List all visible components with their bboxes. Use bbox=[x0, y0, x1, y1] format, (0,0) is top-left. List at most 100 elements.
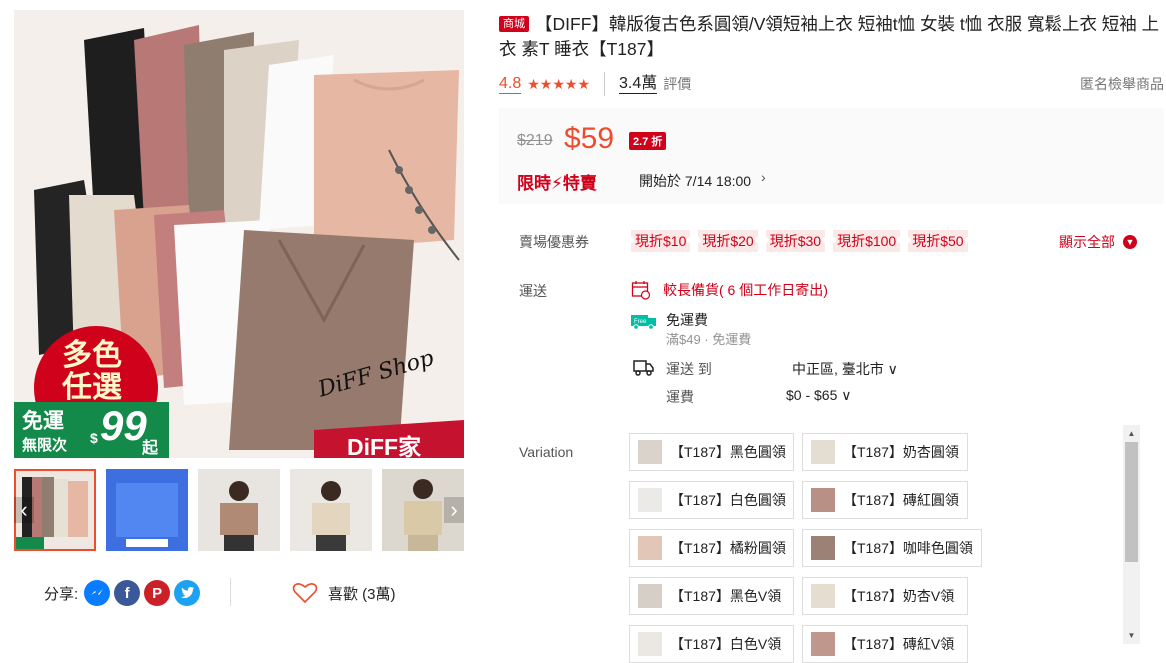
variation-option[interactable]: 【T187】橘粉圓領 bbox=[629, 529, 794, 567]
messenger-icon[interactable] bbox=[84, 580, 111, 606]
chevron-down-icon: ▼ bbox=[1123, 235, 1137, 249]
thumbnail-next-button[interactable]: › bbox=[444, 497, 464, 523]
variation-thumb bbox=[811, 632, 835, 656]
product-title: 商城 【DIFF】韓版復古色系圓領/V領短袖上衣 短袖t恤 女裝 t恤 衣服 寬鬆… bbox=[499, 12, 1164, 62]
variation-option[interactable]: 【T187】咖啡色圓領 bbox=[802, 529, 982, 567]
share-row: 分享: f P bbox=[44, 578, 201, 608]
late-shipping-text: 較長備貨( 6 個工作日寄出) bbox=[663, 282, 828, 298]
variation-option[interactable]: 【T187】奶杏圓領 bbox=[802, 433, 968, 471]
free-ship-amount: 99 bbox=[100, 402, 147, 449]
thumbnail-4[interactable] bbox=[290, 469, 372, 551]
facebook-icon[interactable]: f bbox=[114, 580, 141, 606]
show-all-label: 顯示全部 bbox=[1059, 234, 1115, 250]
badge-line-1: 多色 bbox=[62, 339, 122, 372]
rating-score[interactable]: 4.8 bbox=[499, 75, 522, 94]
variation-option-label: 【T187】橘粉圓領 bbox=[670, 540, 786, 556]
variation-thumb bbox=[811, 440, 835, 464]
report-product-link[interactable]: 匿名檢舉商品 bbox=[1080, 74, 1164, 94]
variation-option-label: 【T187】奶杏圓領 bbox=[843, 444, 959, 460]
review-count[interactable]: 3.4萬 bbox=[619, 75, 658, 94]
chevron-right-icon: › bbox=[450, 497, 458, 522]
chevron-left-icon: ‹ bbox=[20, 497, 28, 522]
flash-sale-label: 限時⚡特賣 bbox=[517, 174, 597, 193]
flash-sale-time[interactable]: 開始於 7/14 18:00 bbox=[639, 171, 751, 191]
thumbnail-3[interactable] bbox=[198, 469, 280, 551]
twitter-icon[interactable] bbox=[174, 580, 201, 606]
variation-option-label: 【T187】奶杏V領 bbox=[843, 588, 955, 604]
rating-row: 4.8 ★★★★★ 3.4萬 評價 匿名檢舉商品 bbox=[499, 72, 1164, 96]
variation-option[interactable]: 【T187】磚紅圓領 bbox=[802, 481, 968, 519]
variation-label: Variation bbox=[519, 444, 574, 460]
variation-option-label: 【T187】咖啡色圓領 bbox=[843, 540, 973, 556]
share-label: 分享: bbox=[44, 585, 79, 603]
price-box: $219 $59 2.7 折 限時⚡特賣 開始於 7/14 18:00 › bbox=[499, 108, 1164, 204]
variation-option[interactable]: 【T187】白色圓領 bbox=[629, 481, 794, 519]
free-ship-dollar: $ bbox=[90, 430, 98, 446]
variation-option-label: 【T187】黑色圓領 bbox=[670, 444, 786, 460]
pinterest-icon[interactable]: P bbox=[144, 580, 171, 606]
voucher-tag[interactable]: 現折$30 bbox=[762, 230, 829, 252]
brand-banner: DiFF家 bbox=[347, 434, 422, 458]
variation-option[interactable]: 【T187】奶杏V領 bbox=[802, 577, 968, 615]
variation-option[interactable]: 【T187】黑色圓領 bbox=[629, 433, 794, 471]
share-like-divider bbox=[230, 578, 231, 606]
svg-text:Free: Free bbox=[634, 319, 647, 325]
like-label: 喜歡 (3萬) bbox=[328, 585, 396, 603]
variation-scrollbar[interactable]: ▲ ▼ bbox=[1123, 425, 1140, 644]
variation-option[interactable]: 【T187】磚紅V領 bbox=[802, 625, 968, 663]
shipping-label: 運送 bbox=[519, 283, 547, 299]
variation-thumb bbox=[638, 584, 662, 608]
mall-badge: 商城 bbox=[499, 16, 529, 32]
thumbnail-prev-button[interactable]: ‹ bbox=[14, 497, 34, 523]
voucher-tag[interactable]: 現折$20 bbox=[695, 230, 762, 252]
current-price: $59 bbox=[564, 122, 615, 155]
show-all-vouchers-button[interactable]: 顯示全部 ▼ bbox=[1059, 232, 1137, 252]
variation-thumb bbox=[638, 440, 662, 464]
chevron-right-icon[interactable]: › bbox=[761, 169, 766, 185]
variation-option-label: 【T187】黑色V領 bbox=[670, 588, 782, 604]
thumbnail-2[interactable] bbox=[106, 469, 188, 551]
ship-to-label: 運送 到 bbox=[666, 361, 712, 377]
variation-options: 【T187】黑色圓領 【T187】奶杏圓領 【T187】白色圓領 【T187】磚… bbox=[629, 433, 1121, 663]
scroll-up-icon[interactable]: ▲ bbox=[1123, 425, 1140, 442]
voucher-tag[interactable]: 現折$50 bbox=[905, 230, 971, 252]
star-rating-icon: ★★★★★ bbox=[527, 75, 591, 92]
voucher-tag[interactable]: 現折$10 bbox=[627, 230, 694, 252]
vouchers-label: 賣場優惠券 bbox=[519, 234, 589, 250]
free-shipping-title: 免運費 bbox=[666, 312, 708, 328]
voucher-tag[interactable]: 現折$100 bbox=[830, 230, 904, 252]
scrollbar-thumb[interactable] bbox=[1125, 442, 1138, 562]
main-product-image[interactable]: 多色 任選 免運 無限次 $ 99 起 DiFF Shop DiFF家 bbox=[14, 10, 464, 458]
ship-to-location-select[interactable]: 中正區, 臺北市 ∨ bbox=[792, 359, 898, 379]
calendar-clock-icon bbox=[631, 281, 651, 300]
discount-badge: 2.7 折 bbox=[629, 132, 667, 150]
original-price: $219 bbox=[517, 132, 553, 149]
variation-option-label: 【T187】磚紅V領 bbox=[843, 636, 955, 652]
variation-option-label: 【T187】白色圓領 bbox=[670, 492, 786, 508]
late-shipping-notice: 較長備貨( 6 個工作日寄出) bbox=[631, 280, 828, 300]
ship-to-section: 運送 到 中正區, 臺北市 ∨ 運費 $0 - $65 ∨ bbox=[631, 358, 931, 408]
review-label: 評價 bbox=[663, 76, 692, 92]
shipping-fee-select[interactable]: $0 - $65 ∨ bbox=[786, 387, 852, 404]
truck-icon bbox=[633, 360, 654, 376]
variation-thumb bbox=[638, 632, 662, 656]
scroll-down-icon[interactable]: ▼ bbox=[1123, 627, 1140, 644]
free-ship-suffix: 起 bbox=[142, 440, 159, 457]
variation-thumb bbox=[638, 488, 662, 512]
free-ship-line-1: 免運 bbox=[22, 410, 64, 433]
rating-divider bbox=[604, 72, 606, 96]
heart-icon bbox=[292, 583, 318, 604]
free-shipping-truck-icon: Free bbox=[631, 315, 656, 330]
multi-color-badge: 多色 任選 bbox=[62, 340, 122, 404]
product-title-text: 【DIFF】韓版復古色系圓領/V領短袖上衣 短袖t恤 女裝 t恤 衣服 寬鬆上衣… bbox=[499, 14, 1160, 59]
variation-thumb bbox=[638, 536, 662, 560]
like-button[interactable]: 喜歡 (3萬) bbox=[292, 578, 396, 608]
variation-option[interactable]: 【T187】黑色V領 bbox=[629, 577, 794, 615]
variation-option[interactable]: 【T187】白色V領 bbox=[629, 625, 794, 663]
voucher-list: 現折$10 現折$20 現折$30 現折$100 現折$50 bbox=[627, 230, 971, 252]
free-ship-line-2: 無限次 bbox=[22, 437, 68, 454]
thumbnail-strip: ‹ › bbox=[14, 469, 464, 551]
badge-line-2: 任選 bbox=[62, 371, 122, 404]
variation-thumb bbox=[811, 536, 835, 560]
shipping-fee-label: 運費 bbox=[666, 389, 694, 405]
